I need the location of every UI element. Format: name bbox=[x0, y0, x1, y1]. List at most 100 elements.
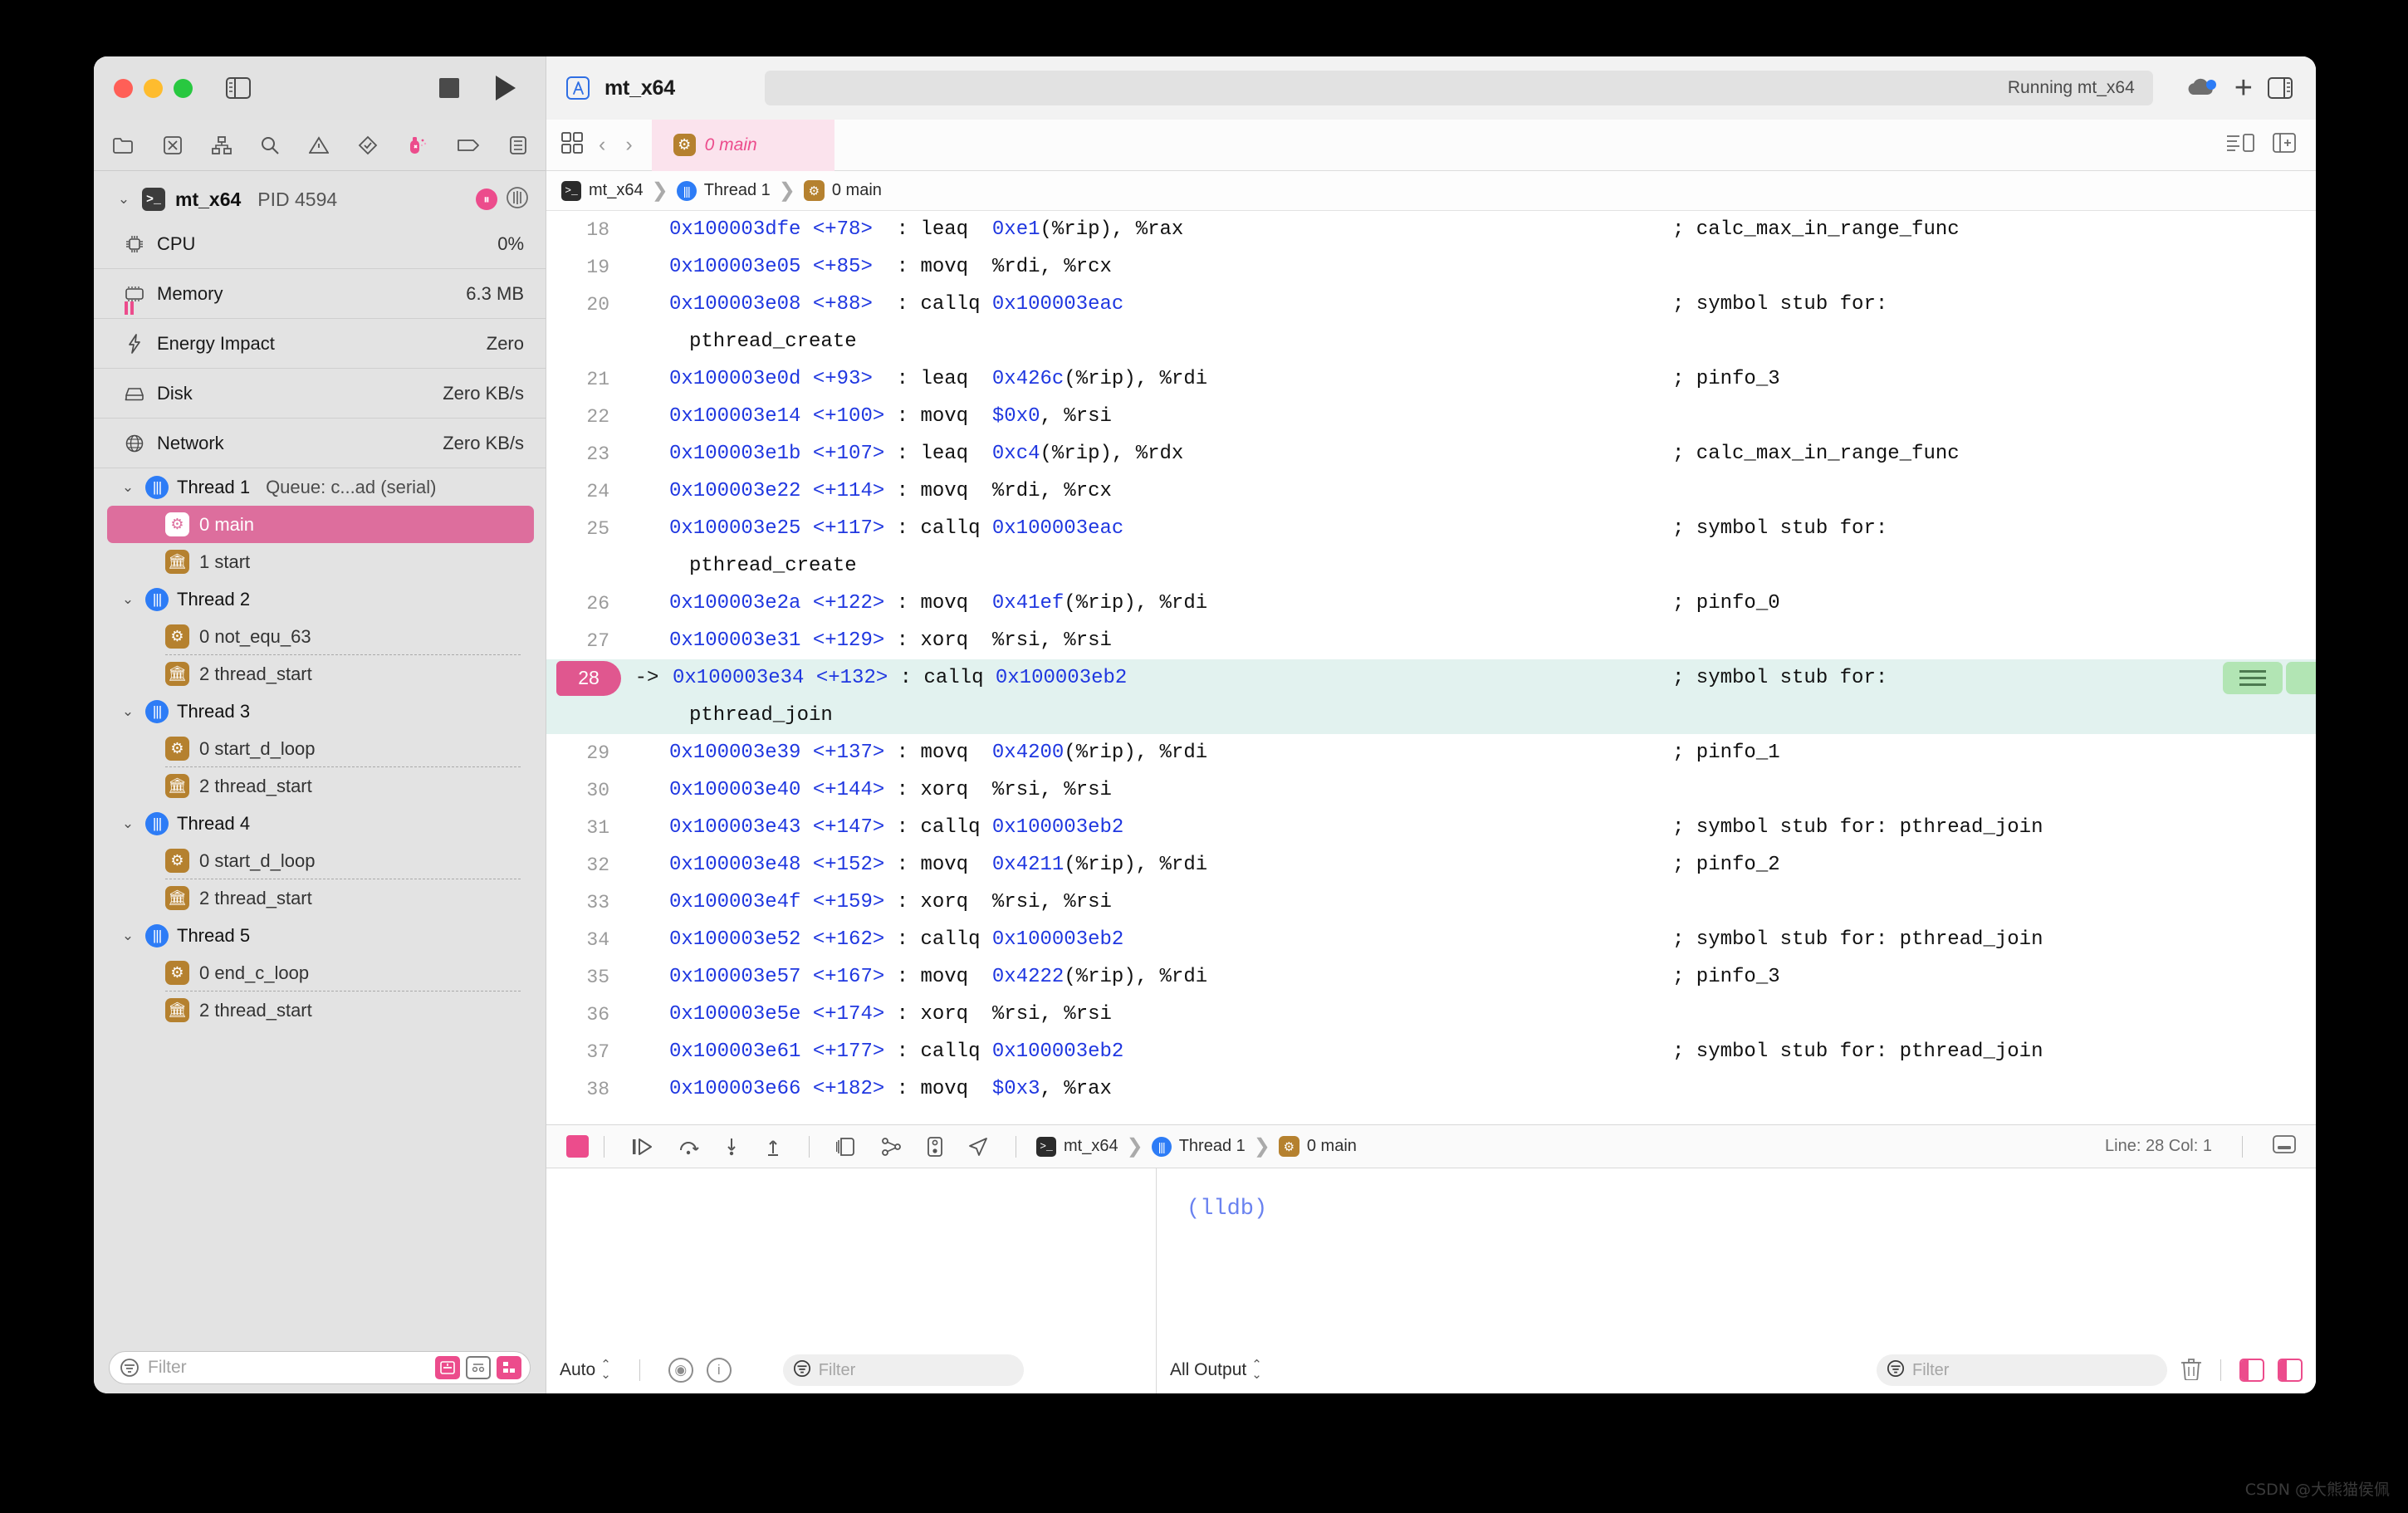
info-icon[interactable]: i bbox=[706, 1358, 732, 1383]
disassembly-line[interactable]: 20 0x100003e08 <+88> : callq 0x100003eac;… bbox=[546, 286, 2316, 323]
threads-badge-icon[interactable] bbox=[506, 186, 529, 213]
hierarchy-icon[interactable] bbox=[211, 135, 232, 155]
toggle-debug-area-icon[interactable] bbox=[2273, 1135, 2296, 1158]
continue-button[interactable] bbox=[619, 1137, 666, 1157]
value-badge-partial[interactable] bbox=[2286, 662, 2316, 694]
thread-row-4[interactable]: ⌄ ||| Thread 4 bbox=[94, 805, 546, 842]
disassembly-line[interactable]: 35 0x100003e57 <+167> : movq 0x4222(%rip)… bbox=[546, 958, 2316, 996]
stop-button[interactable] bbox=[566, 1135, 589, 1158]
frame-row-start[interactable]: 🏛 1 start bbox=[94, 543, 534, 580]
disassembly-line[interactable]: 31 0x100003e43 <+147> : callq 0x100003eb2… bbox=[546, 809, 2316, 846]
frame-row[interactable]: ⚙ 0 end_c_loop bbox=[94, 954, 534, 992]
watch-icon[interactable]: ◉ bbox=[668, 1358, 693, 1383]
variables-filter-input[interactable]: Filter bbox=[782, 1354, 1024, 1386]
thread-row-5[interactable]: ⌄ ||| Thread 5 bbox=[94, 917, 546, 954]
search-icon[interactable] bbox=[260, 135, 280, 155]
disassembly-line-current[interactable]: 28 -> 0x100003e34 <+132> : callq 0x100003e… bbox=[546, 659, 2316, 697]
show-only-stack-frames-button[interactable] bbox=[435, 1356, 460, 1379]
run-button[interactable] bbox=[496, 76, 516, 100]
thread-row-2[interactable]: ⌄ ||| Thread 2 bbox=[94, 580, 546, 618]
disassembly-line[interactable]: 29 0x100003e39 <+137> : movq 0x4200(%rip)… bbox=[546, 734, 2316, 771]
chevron-down-icon[interactable]: ⌄ bbox=[119, 479, 137, 496]
disassembly-line[interactable]: 19 0x100003e05 <+85> : movq %rdi, %rcx bbox=[546, 248, 2316, 286]
step-over-button[interactable] bbox=[666, 1137, 711, 1157]
disassembly-line[interactable]: 38 0x100003e66 <+182> : movq $0x3, %rax bbox=[546, 1070, 2316, 1108]
debug-icon[interactable] bbox=[407, 135, 428, 156]
breadcrumb-item-frame[interactable]: ⚙ 0 main bbox=[803, 180, 882, 201]
disassembly-line[interactable]: 33 0x100003e4f <+159> : xorq %rsi, %rsi bbox=[546, 884, 2316, 921]
thread-row-1[interactable]: ⌄ ||| Thread 1 Queue: c...ad (serial) bbox=[94, 468, 546, 506]
disassembly-view[interactable]: 18 0x100003dfe <+78> : leaq 0xe1(%rip), %… bbox=[546, 211, 2316, 1124]
disassembly-line[interactable]: 23 0x100003e1b <+107> : leaq 0xc4(%rip), … bbox=[546, 435, 2316, 473]
gauge-row-cpu[interactable]: CPU 0% bbox=[94, 219, 546, 269]
minimap-toggle-icon[interactable] bbox=[2226, 133, 2254, 157]
disassembly-line[interactable]: 21 0x100003e0d <+93> : leaq 0x426c(%rip),… bbox=[546, 360, 2316, 398]
gauge-row-memory[interactable]: Memory 6.3 MB bbox=[94, 269, 546, 319]
breadcrumb-item-process[interactable]: >_ mt_x64 bbox=[1036, 1136, 1118, 1157]
variables-list[interactable] bbox=[546, 1168, 1156, 1347]
navigator-filter-input[interactable]: Filter bbox=[109, 1351, 531, 1384]
disassembly-line[interactable]: 32 0x100003e48 <+152> : movq 0x4211(%rip)… bbox=[546, 846, 2316, 884]
related-items-icon[interactable] bbox=[561, 132, 583, 158]
breadcrumb-item-frame[interactable]: ⚙ 0 main bbox=[1278, 1136, 1357, 1157]
zoom-button[interactable] bbox=[174, 78, 193, 98]
close-button[interactable] bbox=[114, 78, 133, 98]
simulate-location-button[interactable] bbox=[956, 1136, 1001, 1158]
scope-selector[interactable]: Auto ⌃ ⌄ bbox=[560, 1359, 611, 1381]
step-out-button[interactable] bbox=[752, 1137, 794, 1157]
toggle-inspector-icon[interactable] bbox=[2268, 77, 2293, 99]
scheme-name[interactable]: mt_x64 bbox=[604, 76, 675, 100]
disassembly-line[interactable]: 27 0x100003e31 <+129> : xorq %rsi, %rsi bbox=[546, 622, 2316, 659]
show-queues-button[interactable] bbox=[466, 1356, 491, 1379]
frame-row[interactable]: ⚙ 0 not_equ_63 bbox=[94, 618, 534, 655]
disassembly-line[interactable]: 22 0x100003e14 <+100> : movq $0x0, %rsi bbox=[546, 398, 2316, 435]
memory-graph-button[interactable] bbox=[869, 1136, 914, 1158]
step-into-button[interactable] bbox=[711, 1137, 752, 1157]
thread-row-3[interactable]: ⌄ ||| Thread 3 bbox=[94, 693, 546, 730]
frame-row[interactable]: ⚙ 0 start_d_loop bbox=[94, 842, 534, 879]
view-hierarchy-button[interactable] bbox=[825, 1136, 869, 1158]
editor-tab[interactable]: ⚙ 0 main bbox=[651, 119, 834, 171]
console-output[interactable]: (lldb) bbox=[1157, 1168, 2316, 1347]
disassembly-line[interactable]: 34 0x100003e52 <+162> : callq 0x100003eb2… bbox=[546, 921, 2316, 958]
disassembly-line[interactable]: 25 0x100003e25 <+117> : callq 0x100003eac… bbox=[546, 510, 2316, 547]
disassembly-line[interactable]: 18 0x100003dfe <+78> : leaq 0xe1(%rip), %… bbox=[546, 211, 2316, 248]
output-mode-selector[interactable]: All Output ⌃ ⌄ bbox=[1170, 1359, 1262, 1381]
add-assistant-editor-icon[interactable] bbox=[2273, 133, 2296, 157]
disassembly-line[interactable]: 24 0x100003e22 <+114> : movq %rdi, %rcx bbox=[546, 473, 2316, 510]
frame-row-main[interactable]: ⚙ 0 main bbox=[107, 506, 534, 543]
show-all-frames-button[interactable] bbox=[497, 1356, 521, 1379]
frame-row[interactable]: 🏛 2 thread_start bbox=[94, 654, 534, 693]
toggle-console-pane-button[interactable] bbox=[2278, 1359, 2303, 1382]
gauge-row-energy[interactable]: Energy Impact Zero bbox=[94, 319, 546, 369]
toggle-navigator-icon[interactable] bbox=[226, 77, 251, 99]
breakpoint-icon[interactable] bbox=[457, 138, 480, 153]
disassembly-line[interactable]: 26 0x100003e2a <+122> : movq 0x41ef(%rip)… bbox=[546, 585, 2316, 622]
stop-button[interactable] bbox=[439, 78, 459, 98]
cloud-status-icon[interactable] bbox=[2186, 76, 2220, 100]
warning-icon[interactable] bbox=[309, 135, 329, 154]
breadcrumb-item-thread[interactable]: ||| Thread 1 bbox=[1151, 1136, 1246, 1157]
toggle-variables-pane-button[interactable] bbox=[2239, 1359, 2264, 1382]
frame-row[interactable]: 🏛 2 thread_start bbox=[94, 879, 534, 917]
report-icon[interactable] bbox=[509, 135, 527, 155]
back-button[interactable]: ‹ bbox=[595, 133, 609, 157]
frame-row[interactable]: 🏛 2 thread_start bbox=[94, 766, 534, 805]
frame-row[interactable]: ⚙ 0 start_d_loop bbox=[94, 730, 534, 767]
add-editor-button[interactable]: + bbox=[2234, 72, 2253, 104]
environment-overrides-button[interactable] bbox=[914, 1136, 956, 1158]
chevron-down-icon[interactable]: ⌄ bbox=[119, 815, 137, 832]
inline-value-badges[interactable] bbox=[2223, 662, 2316, 694]
test-icon[interactable] bbox=[358, 135, 378, 155]
minimize-button[interactable] bbox=[144, 78, 163, 98]
chevron-down-icon[interactable]: ⌄ bbox=[119, 703, 137, 720]
gauge-row-network[interactable]: Network Zero KB/s bbox=[94, 419, 546, 468]
console-filter-input[interactable]: Filter bbox=[1877, 1354, 2167, 1386]
chevron-down-icon[interactable]: ⌄ bbox=[115, 191, 132, 208]
source-control-icon[interactable] bbox=[163, 135, 183, 155]
frame-row[interactable]: 🏛 2 thread_start bbox=[94, 991, 534, 1029]
clear-console-icon[interactable] bbox=[2180, 1357, 2202, 1384]
chevron-down-icon[interactable]: ⌄ bbox=[119, 591, 137, 608]
disassembly-line[interactable]: 30 0x100003e40 <+144> : xorq %rsi, %rsi bbox=[546, 771, 2316, 809]
pause-badge-icon[interactable]: ⏸ bbox=[476, 189, 497, 210]
